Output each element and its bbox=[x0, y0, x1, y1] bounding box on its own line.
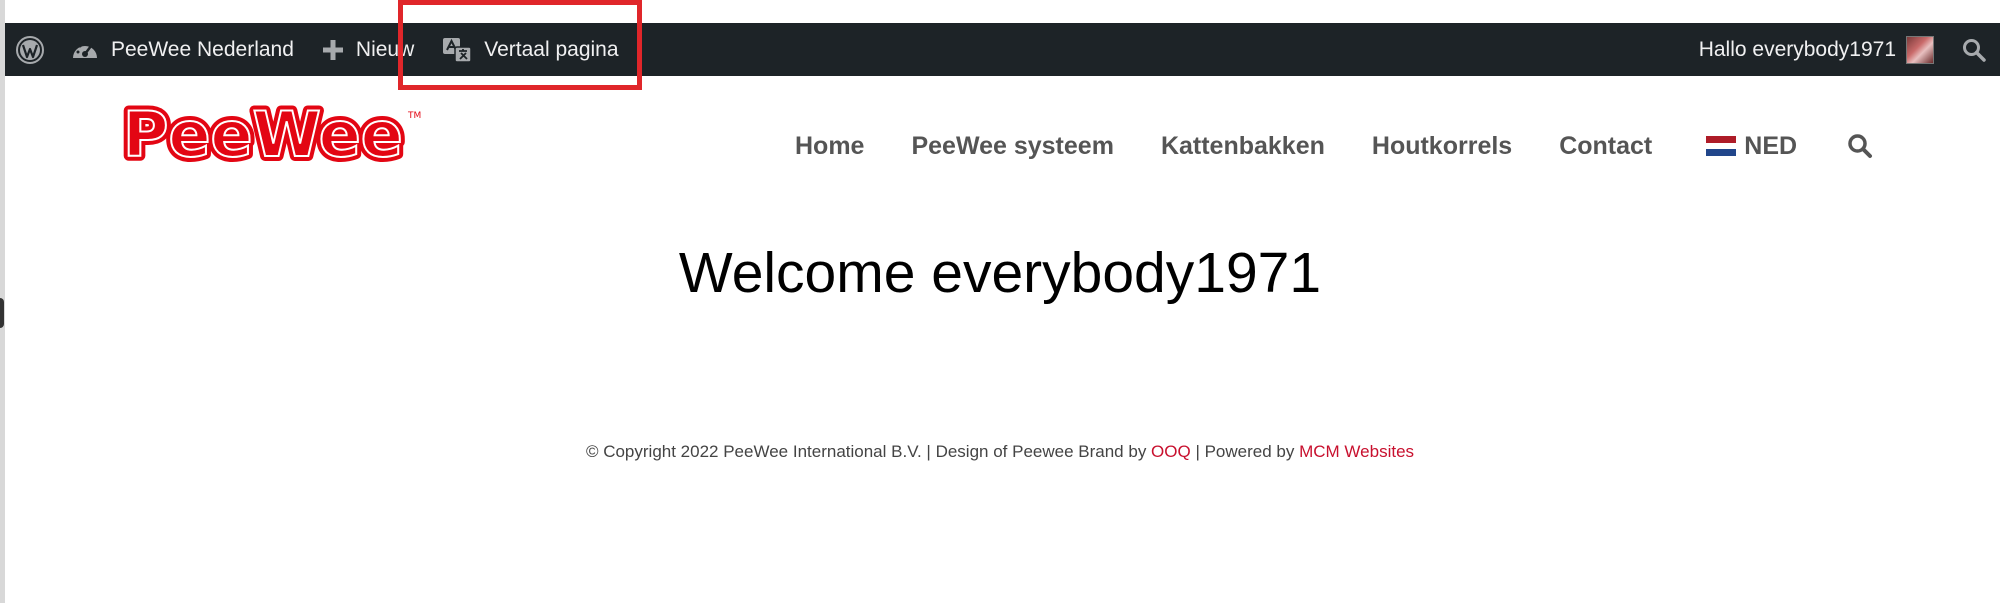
wp-logo-menu[interactable] bbox=[5, 23, 57, 76]
admin-bar-secondary: Hallo everybody1971 bbox=[1685, 23, 2000, 76]
footer-powered-text: Powered by bbox=[1204, 442, 1300, 461]
wordpress-logo-icon bbox=[16, 35, 44, 64]
admin-search-button[interactable] bbox=[1948, 23, 2000, 76]
language-label: NED bbox=[1744, 131, 1798, 160]
footer-link-mcm-websites[interactable]: MCM Websites bbox=[1299, 442, 1414, 461]
logo-text: PeeWee bbox=[123, 98, 403, 168]
site-name-label: PeeWee Nederland bbox=[111, 37, 294, 61]
footer-separator: | bbox=[921, 442, 936, 461]
site-name-menu[interactable]: PeeWee Nederland bbox=[57, 23, 308, 76]
logo-trademark: TM bbox=[407, 111, 421, 121]
site-footer: © Copyright 2022 PeeWee International B.… bbox=[0, 442, 2000, 462]
dashboard-gauge-icon bbox=[73, 42, 97, 58]
search-icon bbox=[1963, 38, 1986, 62]
footer-design-text: Design of Peewee Brand by bbox=[935, 442, 1152, 461]
nav-item-peewee-systeem[interactable]: PeeWee systeem bbox=[911, 132, 1113, 161]
page-title: Welcome everybody1971 bbox=[678, 241, 1322, 305]
greeting-label: Hallo everybody1971 bbox=[1698, 37, 1896, 61]
translate-label: Vertaal pagina bbox=[484, 37, 619, 61]
footer-separator: | bbox=[1190, 442, 1205, 461]
avatar bbox=[1906, 35, 1934, 64]
search-icon bbox=[1848, 134, 1873, 158]
translate-page-menu[interactable]: Vertaal pagina bbox=[428, 23, 632, 76]
plus-icon bbox=[322, 39, 343, 60]
new-label: Nieuw bbox=[355, 37, 415, 61]
language-switcher[interactable]: NED bbox=[1706, 132, 1797, 161]
admin-bar: PeeWee Nederland Nieuw Vertaal pagina Ha… bbox=[5, 23, 2000, 76]
translate-icon bbox=[443, 37, 473, 63]
peewee-logo[interactable]: PeeWee PeeWee TM bbox=[117, 98, 427, 168]
nav-search-button[interactable] bbox=[1847, 133, 1873, 159]
new-content-menu[interactable]: Nieuw bbox=[308, 23, 428, 76]
nav-item-contact[interactable]: Contact bbox=[1559, 132, 1652, 161]
my-account-menu[interactable]: Hallo everybody1971 bbox=[1685, 23, 1948, 76]
netherlands-flag-icon bbox=[1706, 136, 1737, 157]
page: PeeWee Nederland Nieuw Vertaal pagina Ha… bbox=[0, 0, 2000, 603]
footer-link-ooq[interactable]: OOQ bbox=[1151, 442, 1191, 461]
nav-item-kattenbakken[interactable]: Kattenbakken bbox=[1161, 132, 1325, 161]
nav-item-houtkorrels[interactable]: Houtkorrels bbox=[1372, 132, 1512, 161]
footer-copyright: © Copyright 2022 PeeWee International B.… bbox=[585, 442, 922, 461]
main-navigation: Home PeeWee systeem Kattenbakken Houtkor… bbox=[795, 126, 1873, 166]
site-header: PeeWee PeeWee TM Home PeeWee systeem Kat… bbox=[5, 76, 2000, 212]
nav-item-home[interactable]: Home bbox=[795, 132, 864, 161]
